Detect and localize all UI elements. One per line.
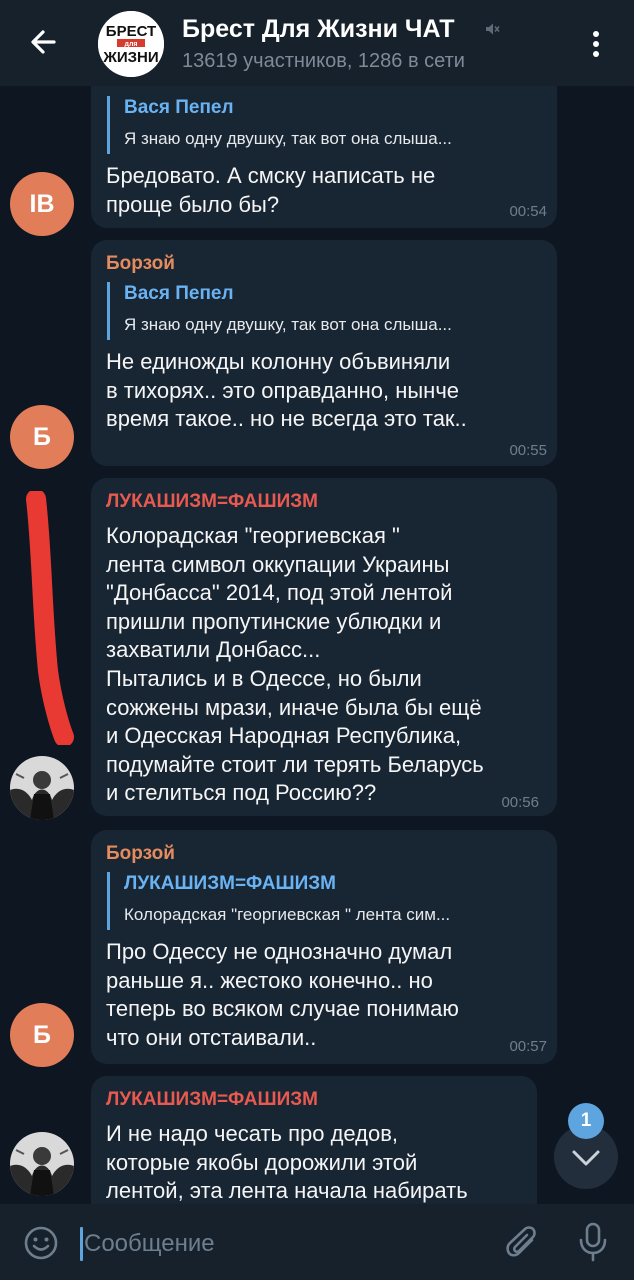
avatar[interactable]: Б <box>10 1003 74 1067</box>
message-time: 00:57 <box>509 1038 547 1055</box>
message-time: 00:56 <box>501 794 539 811</box>
emoji-smile-icon[interactable] <box>22 1224 60 1262</box>
message-composer <box>0 1204 634 1280</box>
message-bubble[interactable]: Вася Пепел Я знаю одну двушку, так вот о… <box>91 86 557 228</box>
red-annotation-stroke <box>26 491 74 745</box>
logo-line-top: БРЕСТ <box>106 23 156 40</box>
reply-quote[interactable]: Вася Пепел Я знаю одну двушку, так вот о… <box>107 96 527 154</box>
reply-text: Я знаю одну двушку, так вот она слыша... <box>124 129 452 148</box>
message-text: Колорадская "георгиевская " лента символ… <box>106 523 484 806</box>
message-bubble[interactable]: Борзой Вася Пепел Я знаю одну двушку, та… <box>91 240 557 466</box>
chat-avatar[interactable]: БРЕСТ для ЖИЗНИ <box>98 11 164 77</box>
text-cursor <box>80 1227 83 1261</box>
unread-count-badge[interactable]: 1 <box>568 1103 604 1139</box>
chat-title[interactable]: Брест Для Жизни ЧАТ <box>182 15 455 44</box>
reply-quote[interactable]: Вася Пепел Я знаю одну двушку, так вот о… <box>107 282 527 340</box>
logo-line-mid: для <box>125 41 138 48</box>
message-text: Бредовато. А смску написать не проще был… <box>106 163 436 217</box>
reply-sender: Вася Пепел <box>124 97 234 118</box>
sender-name[interactable]: Борзой <box>106 253 175 275</box>
reply-sender: ЛУКАШИЗМ=ФАШИЗМ <box>124 873 336 894</box>
avatar[interactable]: Б <box>10 405 74 469</box>
message-text: И не надо чесать про дедов, которые якоб… <box>106 1121 468 1204</box>
chat-member-count: 13619 участников, 1286 в сети <box>182 50 465 72</box>
sender-name[interactable]: Борзой <box>106 843 175 865</box>
more-vertical-icon[interactable] <box>586 26 606 62</box>
avatar[interactable] <box>10 1132 74 1196</box>
avatar[interactable]: IB <box>10 172 74 236</box>
sender-name[interactable]: ЛУКАШИЗМ=ФАШИЗМ <box>106 491 318 513</box>
message-bubble[interactable]: ЛУКАШИЗМ=ФАШИЗМ И не надо чесать про дед… <box>91 1076 537 1204</box>
chat-header: БРЕСТ для ЖИЗНИ Брест Для Жизни ЧАТ 1361… <box>0 0 634 86</box>
microphone-icon[interactable] <box>576 1220 610 1264</box>
message-input[interactable] <box>84 1222 484 1266</box>
reply-quote[interactable]: ЛУКАШИЗМ=ФАШИЗМ Колорадская "георгиевска… <box>107 872 527 930</box>
sender-name[interactable]: ЛУКАШИЗМ=ФАШИЗМ <box>106 1089 318 1111</box>
reply-text: Я знаю одну двушку, так вот она слыша... <box>124 315 452 334</box>
avatar[interactable] <box>10 756 74 820</box>
message-text: Не единожды колонну объвиняли в тихорях.… <box>106 349 467 432</box>
message-bubble[interactable]: ЛУКАШИЗМ=ФАШИЗМ Колорадская "георгиевска… <box>91 478 557 816</box>
message-list[interactable]: Вася Пепел Я знаю одну двушку, так вот о… <box>0 86 634 1204</box>
arrow-left-icon[interactable] <box>24 22 64 62</box>
message-text: Про Одессу не однозначно думал раньше я.… <box>106 939 459 1050</box>
reply-text: Колорадская "георгиевская " лента сим... <box>124 905 451 924</box>
paperclip-icon[interactable] <box>504 1224 542 1264</box>
message-time: 00:54 <box>509 203 547 220</box>
logo-line-bottom: ЖИЗНИ <box>102 49 158 66</box>
message-bubble[interactable]: Борзой ЛУКАШИЗМ=ФАШИЗМ Колорадская "геор… <box>91 830 557 1064</box>
muted-speaker-icon <box>484 21 500 37</box>
message-time: 00:55 <box>509 442 547 459</box>
reply-sender: Вася Пепел <box>124 283 234 304</box>
